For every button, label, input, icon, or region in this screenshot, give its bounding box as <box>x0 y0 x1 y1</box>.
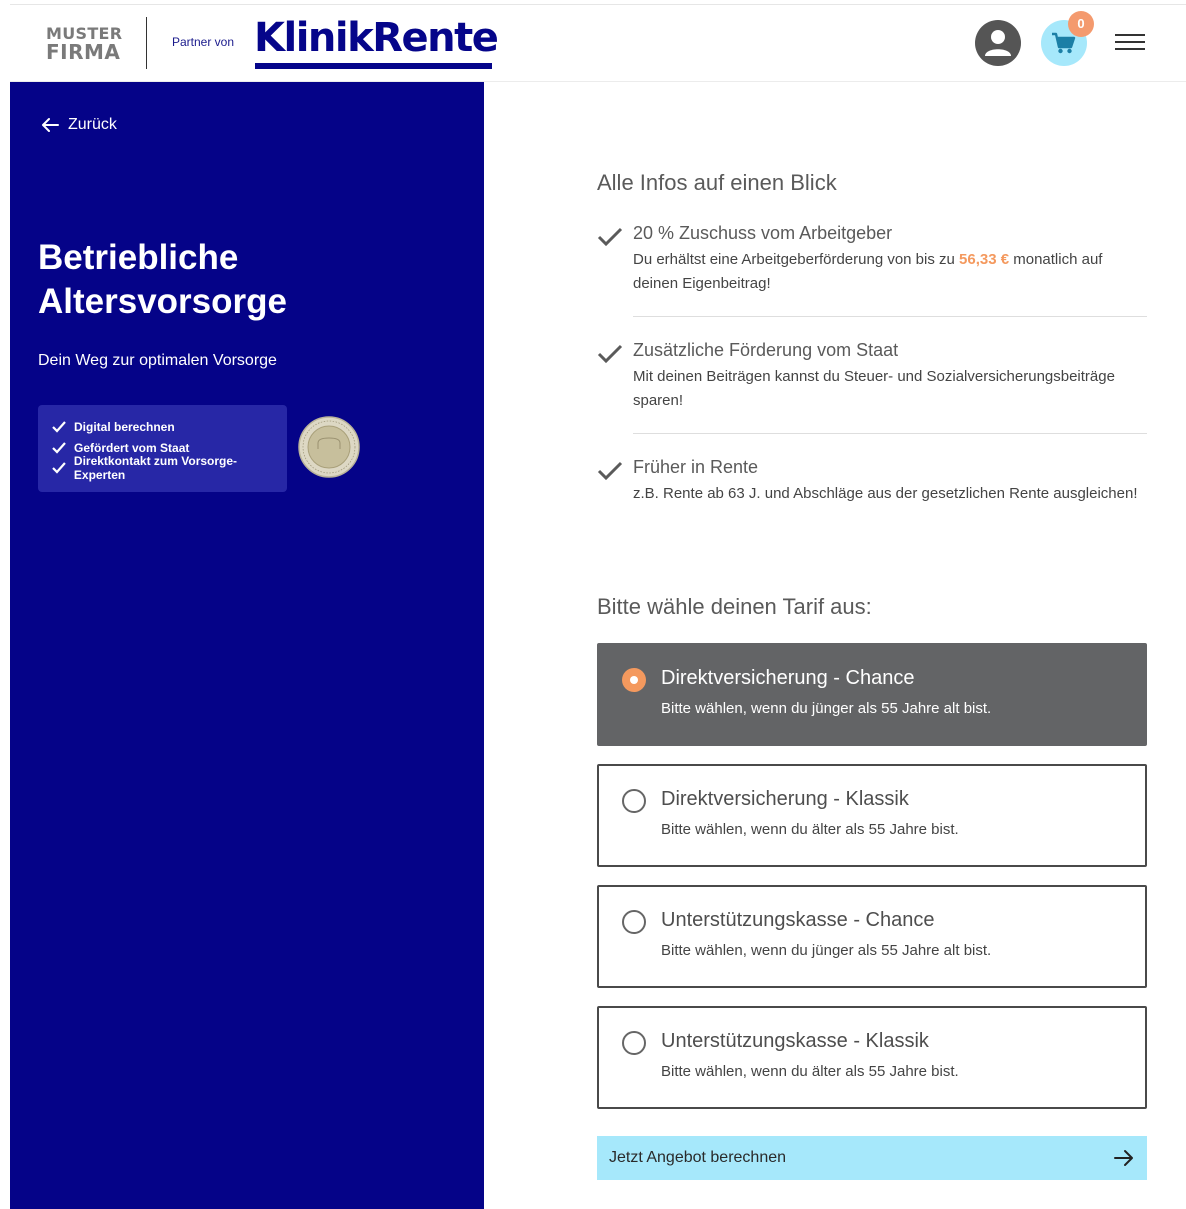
subsidy-amount: 56,33 € <box>959 251 1010 268</box>
arrow-right-icon <box>1114 1150 1133 1166</box>
logo-divider <box>146 17 147 69</box>
feature-label: Direktkontakt zum Vorsorge-Experten <box>73 454 238 483</box>
feature-list: Digital berechnen Gefördert vom Staat Di… <box>38 405 287 492</box>
back-label: Zurück <box>68 116 117 133</box>
menu-icon <box>1115 34 1145 36</box>
check-icon <box>52 442 66 454</box>
info-heading: Alle Infos auf einen Blick <box>597 170 837 195</box>
feature-item: Direktkontakt zum Vorsorge-Experten <box>52 454 287 482</box>
partner-label: Partner von <box>172 35 235 49</box>
info-item-description: Du erhältst eine Arbeitgeberförderung vo… <box>633 251 1103 292</box>
cart-count-badge: 0 <box>1068 11 1094 37</box>
radio-button[interactable] <box>622 910 646 934</box>
top-header: MUSTER FIRMA Partner von KlinikRente 0 <box>10 4 1186 82</box>
tarif-option-direktversicherung-klassik[interactable]: Direktversicherung - Klassik Bitte wähle… <box>597 764 1147 867</box>
info-item-description: z.B. Rente ab 63 J. und Abschläge aus de… <box>633 485 1138 502</box>
tarif-option-description: Bitte wählen, wenn du älter als 55 Jahre… <box>661 821 959 838</box>
calculate-offer-label: Jetzt Angebot berechnen <box>609 1149 787 1166</box>
check-icon <box>52 421 66 433</box>
feature-label: Digital berechnen <box>74 420 175 435</box>
check-icon <box>52 462 66 474</box>
divider <box>633 316 1147 317</box>
tarif-option-unterstuetzungskasse-chance[interactable]: Unterstützungskasse - Chance Bitte wähle… <box>597 885 1147 988</box>
check-icon <box>597 227 623 247</box>
tarif-option-description: Bitte wählen, wenn du jünger als 55 Jahr… <box>661 700 992 717</box>
feature-item: Digital berechnen <box>52 417 287 438</box>
tarif-option-title: Unterstützungskasse - Klassik <box>661 1030 929 1052</box>
info-item-title: 20 % Zuschuss vom Arbeitgeber <box>633 223 893 243</box>
tarif-option-unterstuetzungskasse-klassik[interactable]: Unterstützungskasse - Klassik Bitte wähl… <box>597 1006 1147 1109</box>
ssl-seal-icon <box>298 416 360 478</box>
radio-button[interactable] <box>622 668 646 692</box>
brand-logo[interactable]: KlinikRente <box>254 13 499 63</box>
calculate-offer-button[interactable]: Jetzt Angebot berechnen <box>597 1136 1147 1180</box>
page-subtitle: Dein Weg zur optimalen Vorsorge <box>38 352 277 369</box>
radio-button[interactable] <box>622 1031 646 1055</box>
intro-panel: Zurück Betriebliche Altersvorsorge Dein … <box>10 82 484 1209</box>
tarif-option-title: Unterstützungskasse - Chance <box>661 909 935 931</box>
arrow-left-icon <box>42 118 59 132</box>
tarif-option-title: Direktversicherung - Klassik <box>661 788 909 810</box>
brand-underline <box>255 63 492 69</box>
tarif-heading: Bitte wähle deinen Tarif aus: <box>597 594 872 619</box>
tarif-option-description: Bitte wählen, wenn du jünger als 55 Jahr… <box>661 942 992 959</box>
user-account-button[interactable] <box>975 20 1021 66</box>
feature-label: Gefördert vom Staat <box>74 440 190 455</box>
divider <box>633 433 1147 434</box>
company-logo-line2: FIRMA <box>46 40 121 64</box>
tarif-option-description: Bitte wählen, wenn du älter als 55 Jahre… <box>661 1063 959 1080</box>
hamburger-menu-button[interactable] <box>1115 31 1149 55</box>
back-link[interactable]: Zurück <box>40 116 117 134</box>
company-logo[interactable]: MUSTER FIRMA <box>46 25 122 64</box>
page-title: Betriebliche Altersvorsorge <box>38 238 287 321</box>
info-item-description: Mit deinen Beiträgen kannst du Steuer- u… <box>633 368 1115 409</box>
check-icon <box>597 344 623 364</box>
check-icon <box>597 461 623 481</box>
info-item-title: Früher in Rente <box>633 457 759 477</box>
radio-button[interactable] <box>622 789 646 813</box>
tarif-option-direktversicherung-chance[interactable]: Direktversicherung - Chance Bitte wählen… <box>597 643 1147 746</box>
user-icon <box>985 30 1011 56</box>
tarif-option-title: Direktversicherung - Chance <box>661 667 915 689</box>
info-item-title: Zusätzliche Förderung vom Staat <box>633 340 899 360</box>
